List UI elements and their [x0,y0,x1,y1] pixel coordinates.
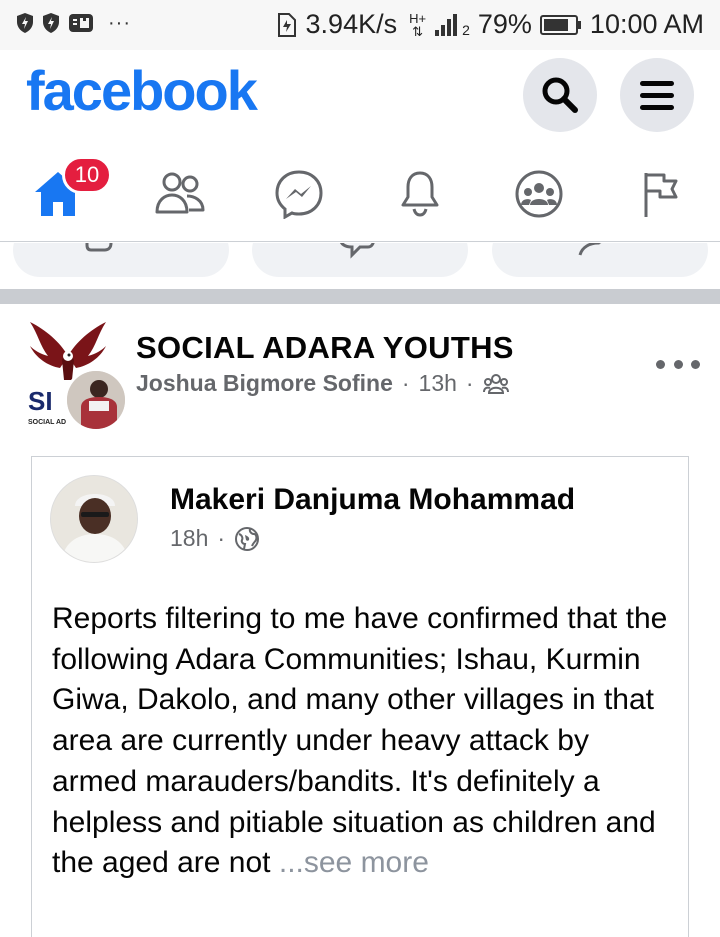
network-type-label: H+ [409,10,427,26]
meta-separator: · [465,370,474,396]
tab-pages[interactable] [624,160,696,228]
pages-flag-icon [644,173,678,217]
dot [673,359,683,369]
tab-notifications[interactable] [384,160,456,228]
shared-post-time[interactable]: 18h [170,525,208,552]
shared-post-text: Reports filtering to me have confirmed t… [52,599,682,884]
menu-icon [640,81,674,110]
main-menu-button[interactable] [620,58,694,132]
person-photo [67,371,125,429]
status-notifications: ··· [16,12,131,34]
feed-divider [0,289,720,304]
tab-friends[interactable] [144,160,216,228]
post-author[interactable]: Joshua Bigmore Sofine [136,370,393,397]
network-type: H+ ⇅ [409,12,426,38]
comment-button[interactable] [252,243,468,277]
tab-messenger[interactable] [263,160,335,228]
more-notifications: ··· [108,12,131,34]
share-icon [578,243,602,256]
shield-icon [17,13,33,33]
share-button[interactable] [492,243,708,277]
group-name[interactable]: SOCIAL ADARA YOUTHS [136,330,514,366]
search-button[interactable] [523,58,597,132]
globe-icon [235,526,260,551]
like-button[interactable]: 2 [13,243,229,277]
facebook-logo[interactable]: facebook [26,58,258,123]
battery-icon [539,14,581,35]
battery-percent: 79% [477,9,532,39]
tab-bar: 10 [0,146,720,242]
tab-groups[interactable] [503,160,575,228]
post-meta: Joshua Bigmore Sofine · 13h · [136,370,509,397]
sim-slot: 2 [462,21,470,38]
data-usage-icon [277,12,296,37]
app-header: facebook [0,50,720,146]
signal-icon [435,13,458,36]
shared-post-meta: 18h · [170,525,260,552]
home-notification-badge: 10 [62,156,112,194]
post-options-button[interactable] [656,352,700,376]
clock: 10:00 AM [589,9,704,39]
shared-author-name[interactable]: Makeri Danjuma Mohammad [170,483,575,517]
notifications-icon [401,171,439,217]
messenger-icon [275,170,323,219]
author-avatar[interactable] [64,368,128,432]
status-bar: ··· 3.94K/s H+ ⇅ 2 79% 10:00 AM [0,0,720,50]
shared-post-card[interactable]: Makeri Danjuma Mohammad 18h · Reports fi… [31,456,689,937]
data-arrows-icon: ⇅ [412,23,424,39]
person-photo [51,476,137,562]
search-icon [542,77,578,113]
feed-post: SI SOCIAL AD SOCIAL ADARA YOUTHS Joshua … [0,304,720,937]
dot [656,359,665,369]
comment-icon [339,243,375,259]
shield-icon [43,13,59,33]
dot [691,359,700,369]
post-time[interactable]: 13h [419,370,457,397]
status-indicators: 3.94K/s H+ ⇅ 2 79% 10:00 AM [276,9,704,40]
previous-post-actions: 2 [0,243,720,289]
see-more-link[interactable]: ...see more [279,846,429,879]
post-body: Reports filtering to me have confirmed t… [52,602,668,880]
shared-author-avatar[interactable] [50,475,138,563]
like-count: 2 [137,243,151,247]
meta-separator: · [401,370,410,396]
group-logo-text: SI [28,386,53,416]
meta-separator: · [217,525,226,551]
groups-icon [515,170,563,218]
app-notification-icon [69,14,93,32]
friends-icon [155,172,205,214]
network-speed: 3.94K/s [305,9,398,39]
group-members-icon [482,373,509,394]
group-logo-subtext: SOCIAL AD [28,419,66,426]
